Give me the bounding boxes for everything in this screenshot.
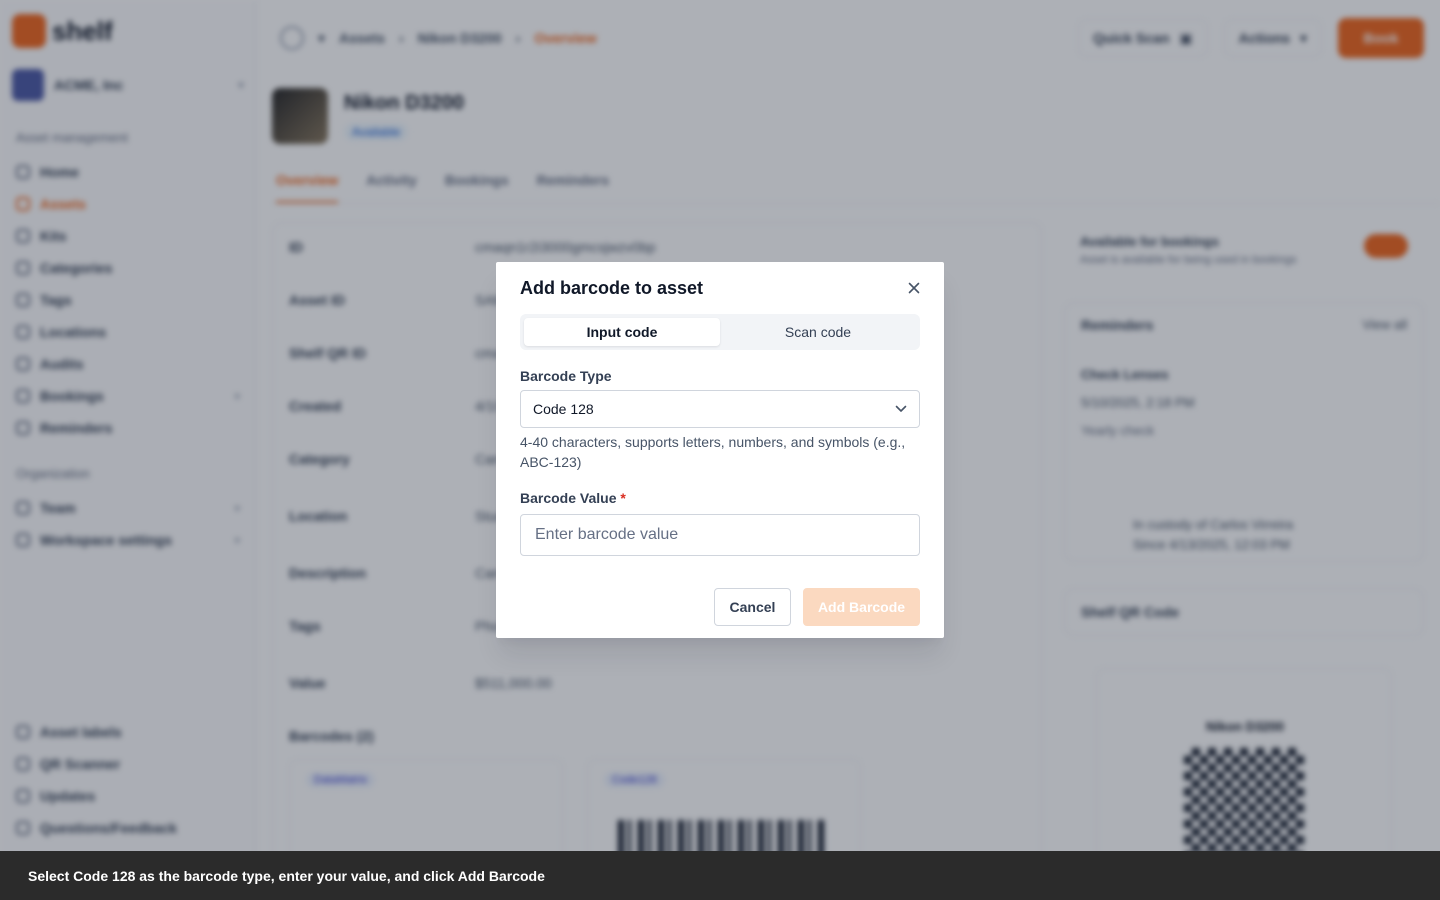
add-barcode-button[interactable]: Add Barcode: [803, 588, 920, 626]
barcode-type-value: Code 128: [533, 401, 594, 417]
barcode-type-hint: 4-40 characters, supports letters, numbe…: [520, 434, 906, 470]
close-icon: [908, 282, 920, 294]
barcode-type-label: Barcode Type: [520, 368, 612, 384]
add-barcode-dialog: Add barcode to asset Input code Scan cod…: [496, 262, 944, 638]
cancel-button[interactable]: Cancel: [714, 588, 791, 626]
required-mark: *: [620, 490, 626, 506]
instruction-bar: Select Code 128 as the barcode type, ent…: [0, 851, 1440, 900]
input-mode-switch: Input code Scan code: [520, 314, 920, 350]
barcode-type-select[interactable]: Code 128: [520, 390, 920, 428]
close-button[interactable]: [902, 276, 926, 300]
tab-scan-code[interactable]: Scan code: [720, 318, 916, 346]
tab-input-code[interactable]: Input code: [524, 318, 720, 346]
barcode-value-input[interactable]: [520, 514, 920, 556]
barcode-value-label: Barcode Value *: [520, 490, 626, 506]
chevron-down-icon: [895, 405, 907, 413]
dialog-title: Add barcode to asset: [520, 278, 704, 298]
